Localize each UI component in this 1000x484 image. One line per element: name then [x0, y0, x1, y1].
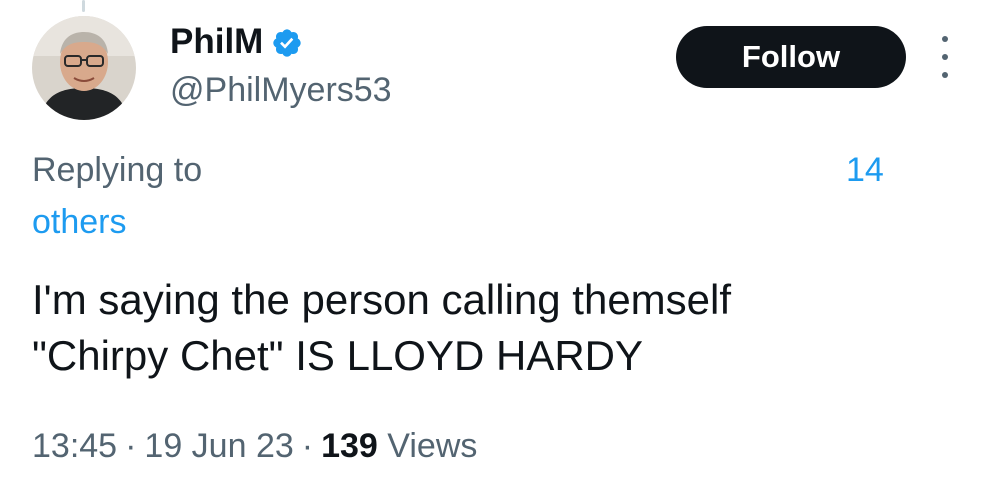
- tweet-text-line: I'm saying the person calling themself: [32, 276, 732, 323]
- tweet-date[interactable]: 19 Jun 23: [144, 427, 293, 465]
- display-name-text[interactable]: PhilM: [170, 20, 263, 64]
- tweet-meta: 13:45 · 19 Jun 23 · 139 Views: [32, 424, 477, 468]
- replying-to-label: Replying to: [32, 151, 203, 189]
- views-label[interactable]: Views: [387, 427, 477, 465]
- tweet-time[interactable]: 13:45: [32, 427, 117, 465]
- meta-separator: ·: [301, 427, 314, 465]
- more-vertical-icon[interactable]: [930, 36, 960, 78]
- reply-count-link[interactable]: 14: [846, 148, 884, 192]
- display-name[interactable]: PhilM: [170, 20, 303, 64]
- tweet-text: I'm saying the person calling themself "…: [32, 272, 932, 384]
- avatar[interactable]: [32, 16, 136, 120]
- follow-button[interactable]: Follow: [676, 26, 906, 88]
- thread-connector-line: [82, 0, 85, 12]
- views-count[interactable]: 139: [321, 427, 378, 465]
- others-link[interactable]: others: [32, 200, 127, 244]
- redacted-region: [228, 138, 840, 216]
- user-handle[interactable]: @PhilMyers53: [170, 68, 392, 112]
- meta-separator: ·: [125, 427, 137, 465]
- verified-badge-icon[interactable]: [271, 26, 303, 58]
- tweet-text-line: "Chirpy Chet" IS LLOYD HARDY: [32, 332, 644, 379]
